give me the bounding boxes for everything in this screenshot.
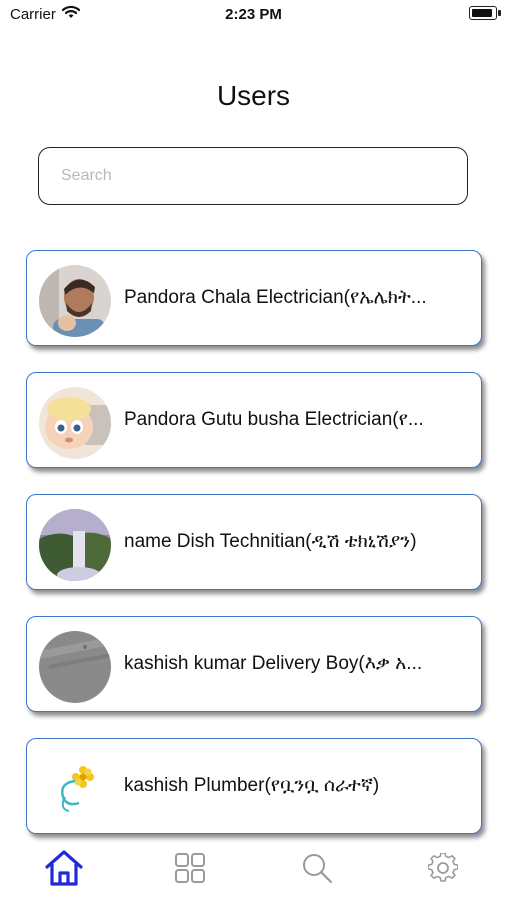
- user-list: Pandora Chala Electrician(የኤሌክት... Pando…: [26, 250, 482, 860]
- user-card[interactable]: name Dish Technitian(ዲሽ ቴክኒሽያን): [26, 494, 482, 590]
- user-card[interactable]: kashish kumar Delivery Boy(እቃ አ...: [26, 616, 482, 712]
- status-bar: Carrier 2:23 PM: [0, 0, 507, 30]
- search-input[interactable]: [39, 148, 467, 204]
- user-name: name Dish Technitian(ዲሽ ቴክኒሽያን): [124, 531, 417, 552]
- cartoon-baby-avatar-icon: [39, 387, 111, 459]
- clock: 2:23 PM: [225, 6, 282, 23]
- user-name: Pandora Gutu busha Electrician(የ...: [124, 409, 424, 430]
- gray-texture-avatar-icon: [39, 631, 111, 703]
- avatar: [39, 387, 111, 459]
- tab-home[interactable]: [44, 848, 84, 888]
- tab-bar: [0, 840, 507, 900]
- battery-icon: [469, 6, 501, 20]
- user-card[interactable]: kashish Plumber(የቧንቧ ሰራተኛ): [26, 738, 482, 834]
- search-box[interactable]: [38, 147, 468, 205]
- avatar: [39, 631, 111, 703]
- avatar: [39, 509, 111, 581]
- user-card[interactable]: Pandora Chala Electrician(የኤሌክት...: [26, 250, 482, 346]
- tab-categories[interactable]: [170, 848, 210, 888]
- flower-logo-avatar-icon: [39, 753, 111, 825]
- home-icon: [45, 850, 83, 886]
- search-icon: [303, 854, 333, 884]
- avatar: [39, 265, 111, 337]
- user-name: kashish kumar Delivery Boy(እቃ አ...: [124, 653, 423, 674]
- grid-icon: [175, 853, 205, 883]
- user-name: kashish Plumber(የቧንቧ ሰራተኛ): [124, 775, 380, 796]
- man-avatar-photo-icon: [39, 265, 111, 337]
- gear-icon: [428, 853, 458, 882]
- tab-settings[interactable]: [423, 848, 463, 888]
- avatar: [39, 753, 111, 825]
- user-name: Pandora Chala Electrician(የኤሌክት...: [124, 287, 427, 308]
- page-title: Users: [216, 80, 291, 111]
- tab-search[interactable]: [297, 848, 337, 888]
- user-card[interactable]: Pandora Gutu busha Electrician(የ...: [26, 372, 482, 468]
- waterfall-avatar-icon: [39, 509, 111, 581]
